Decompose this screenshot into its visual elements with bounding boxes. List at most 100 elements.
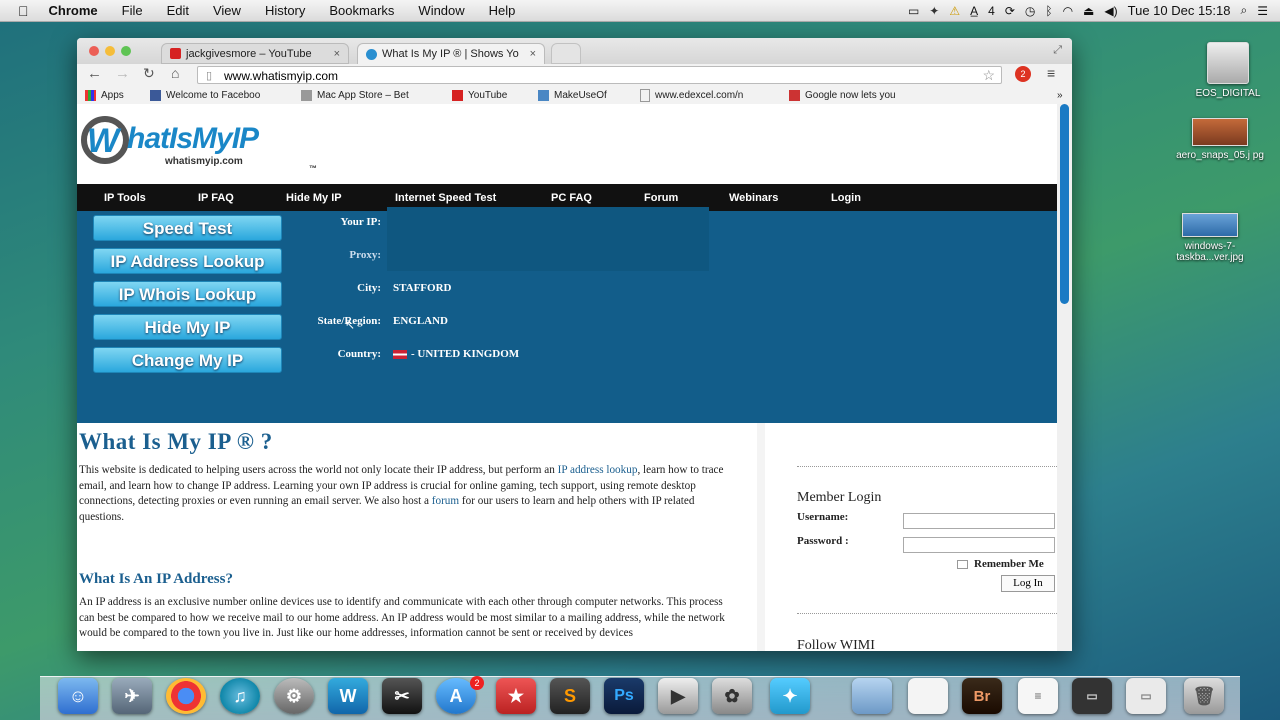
- bluetooth-icon[interactable]: ᛒ: [1045, 4, 1052, 18]
- url-text: www.whatismyip.com: [224, 69, 339, 83]
- bookmarks-app-icon[interactable]: ★: [496, 678, 536, 714]
- trash-icon[interactable]: 🗑: [1184, 678, 1224, 714]
- imovie-icon[interactable]: ▶: [658, 678, 698, 714]
- remember-me-label: Remember Me: [974, 558, 1044, 570]
- scroll-thumb[interactable]: [1060, 104, 1069, 304]
- bookmark-edexcel[interactable]: www.edexcel.com/n: [640, 88, 743, 102]
- document-icon[interactable]: [908, 678, 948, 714]
- speed-test-button[interactable]: Speed Test: [93, 215, 282, 241]
- tab-close-icon[interactable]: ×: [530, 48, 536, 60]
- home-icon[interactable]: ⌂: [171, 65, 179, 81]
- menu-app-name[interactable]: Chrome: [37, 3, 110, 18]
- volume-icon[interactable]: ◀): [1104, 4, 1117, 18]
- tab-youtube[interactable]: jackgivesmore – YouTube ×: [161, 43, 349, 64]
- tab-close-icon[interactable]: ×: [334, 48, 340, 60]
- sublime-text-icon[interactable]: S: [550, 678, 590, 714]
- browser-toolbar: ← → ↻ ⌂ ▯ www.whatismyip.com ☆ 2 ≡: [77, 64, 1072, 86]
- menu-window[interactable]: Window: [406, 3, 476, 18]
- applications-folder-icon[interactable]: [852, 678, 892, 714]
- photoshop-icon[interactable]: Ps: [604, 678, 644, 714]
- ip-address-lookup-link[interactable]: IP address lookup: [558, 464, 638, 476]
- bridge-icon[interactable]: Br: [962, 678, 1002, 714]
- bookmark-google-now[interactable]: Google now lets you: [789, 89, 896, 101]
- site-logo[interactable]: W hatIsMyIP whatismyip.com ™: [81, 116, 321, 176]
- extension-icon[interactable]: 2: [1015, 66, 1031, 82]
- sync-icon[interactable]: ⟳: [1005, 4, 1015, 18]
- address-bar[interactable]: ▯ www.whatismyip.com ☆: [197, 66, 1002, 84]
- close-window-icon[interactable]: [89, 46, 99, 56]
- menu-bookmarks[interactable]: Bookmarks: [317, 3, 406, 18]
- password-field[interactable]: [903, 537, 1055, 553]
- menu-edit[interactable]: Edit: [155, 3, 201, 18]
- menu-file[interactable]: File: [110, 3, 155, 18]
- eject-icon[interactable]: ⏏: [1083, 4, 1094, 18]
- preview-icon[interactable]: ✈: [112, 678, 152, 714]
- new-tab-button[interactable]: [551, 43, 581, 64]
- login-button[interactable]: Log In: [1001, 575, 1055, 592]
- back-icon[interactable]: ←: [87, 65, 102, 82]
- desktop-icon-aero-snaps[interactable]: aero_snaps_05.j pg: [1170, 118, 1270, 161]
- bookmarks-overflow-icon[interactable]: »: [1057, 90, 1063, 101]
- screen-record-icon[interactable]: ▭: [908, 4, 919, 18]
- screenshot-stack-icon[interactable]: ▭: [1072, 678, 1112, 714]
- menu-help[interactable]: Help: [477, 3, 528, 18]
- text-document-icon[interactable]: ≡: [1018, 678, 1058, 714]
- adobe-status-icon[interactable]: A̲: [970, 4, 978, 18]
- bookmark-mac-app-store[interactable]: Mac App Store – Bet: [301, 89, 409, 101]
- chrome-icon[interactable]: [166, 678, 206, 714]
- nav-login[interactable]: Login: [831, 192, 861, 204]
- apps-grid-icon: [85, 89, 96, 101]
- nav-forum[interactable]: Forum: [644, 192, 678, 204]
- nav-webinars[interactable]: Webinars: [729, 192, 778, 204]
- downloads-stack-icon[interactable]: ▭: [1126, 678, 1166, 714]
- clock[interactable]: Tue 10 Dec 15:18: [1128, 3, 1231, 18]
- nav-pc-faq[interactable]: PC FAQ: [551, 192, 592, 204]
- username-field[interactable]: [903, 513, 1055, 529]
- time-machine-icon[interactable]: ◷: [1025, 4, 1035, 18]
- country-label: Country:: [337, 348, 381, 360]
- hide-my-ip-button[interactable]: Hide My IP: [93, 314, 282, 340]
- desktop-icon-eos-digital[interactable]: EOS_DIGITAL: [1178, 42, 1278, 99]
- ip-whois-lookup-button[interactable]: IP Whois Lookup: [93, 281, 282, 307]
- minimize-window-icon[interactable]: [105, 46, 115, 56]
- tab-whatismyip[interactable]: What Is My IP ® | Shows Yo ×: [357, 43, 545, 64]
- wifi-icon[interactable]: ◠: [1063, 4, 1073, 18]
- bookmark-makeuseof[interactable]: MakeUseOf: [538, 89, 607, 101]
- wunderlist-icon[interactable]: W: [328, 678, 368, 714]
- final-cut-icon[interactable]: ✂: [382, 678, 422, 714]
- remember-me-checkbox[interactable]: [957, 559, 968, 569]
- desktop-icon-windows7[interactable]: windows-7-taskba...ver.jpg: [1160, 213, 1260, 263]
- nav-ip-faq[interactable]: IP FAQ: [198, 192, 234, 204]
- nav-speed-test[interactable]: Internet Speed Test: [395, 192, 496, 204]
- finder-icon[interactable]: ☺: [58, 678, 98, 714]
- warning-icon[interactable]: ⚠: [949, 4, 960, 18]
- zoom-window-icon[interactable]: [121, 46, 131, 56]
- twitter-icon[interactable]: ✦: [770, 678, 810, 714]
- nav-hide-my-ip[interactable]: Hide My IP: [286, 192, 342, 204]
- ip-info-panel: Speed Test IP Address Lookup IP Whois Lo…: [77, 207, 1057, 423]
- vertical-scrollbar[interactable]: [1057, 104, 1072, 651]
- nav-ip-tools[interactable]: IP Tools: [104, 192, 146, 204]
- bookmark-star-icon[interactable]: ☆: [982, 66, 995, 84]
- page-icon: ▯: [206, 70, 213, 82]
- forum-link[interactable]: forum: [432, 495, 459, 507]
- ip-address-lookup-button[interactable]: IP Address Lookup: [93, 248, 282, 274]
- itunes-icon[interactable]: ♫: [220, 678, 260, 714]
- spotlight-icon[interactable]: ⌕: [1241, 3, 1248, 18]
- bookmark-apps[interactable]: Apps: [85, 89, 124, 101]
- menu-view[interactable]: View: [201, 3, 253, 18]
- bookmark-facebook[interactable]: Welcome to Faceboo: [150, 89, 260, 101]
- menu-history[interactable]: History: [253, 3, 317, 18]
- reload-icon[interactable]: ↻: [143, 65, 155, 82]
- bookmark-youtube[interactable]: YouTube: [452, 89, 507, 101]
- forward-icon[interactable]: →: [115, 65, 130, 82]
- twitter-status-icon[interactable]: ✦: [929, 4, 939, 18]
- apple-menu-icon[interactable]: : [0, 3, 37, 19]
- extension-badge: 2: [1020, 69, 1026, 79]
- iphoto-icon[interactable]: ✿: [712, 678, 752, 714]
- system-preferences-icon[interactable]: ⚙: [274, 678, 314, 714]
- fullscreen-icon[interactable]: ⤢: [1053, 44, 1062, 57]
- notification-center-icon[interactable]: ☰: [1257, 4, 1268, 18]
- chrome-menu-icon[interactable]: ≡: [1047, 65, 1055, 81]
- change-my-ip-button[interactable]: Change My IP: [93, 347, 282, 373]
